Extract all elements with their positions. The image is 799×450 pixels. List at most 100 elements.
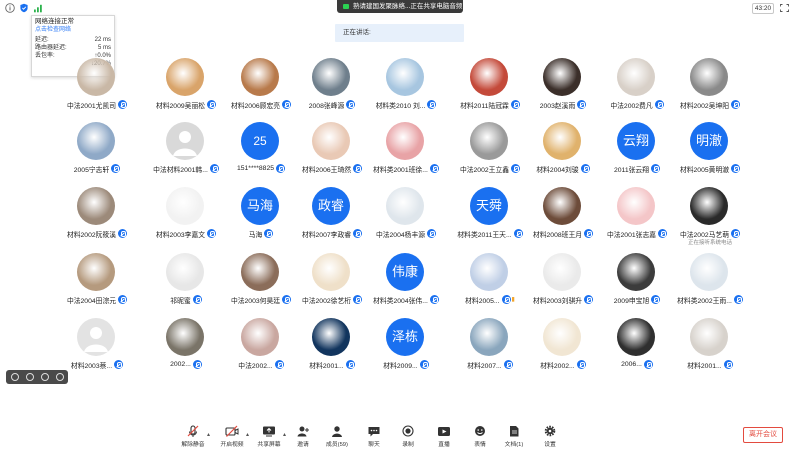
participant-name: 2002... <box>170 361 191 368</box>
fullscreen-icon[interactable] <box>780 4 789 12</box>
network-row-value: 22 ms <box>94 37 111 43</box>
participant-tile[interactable]: 明澈材料2005黄明澈 <box>660 122 760 182</box>
check-network-link[interactable]: 点击检查网络 <box>35 26 111 34</box>
avatar-initials: 马海 <box>241 187 279 225</box>
invite-icon <box>297 426 309 437</box>
network-status-title: 网络连接正常 <box>35 18 74 25</box>
participant-name: 中法2002... <box>238 362 273 370</box>
participant-tile[interactable]: 2005宁志轩 <box>47 122 147 182</box>
participant-name: 中法2002马艺萌 <box>679 231 730 239</box>
record-button[interactable]: 录制 <box>390 425 426 449</box>
live-button[interactable]: 直播 <box>426 425 462 449</box>
mic-muted-icon <box>723 360 733 369</box>
mic-muted-icon <box>429 295 439 304</box>
mic-muted-icon <box>419 360 429 369</box>
participant-tile[interactable]: 中法2004田淙元 <box>47 253 147 313</box>
participant-name: 中法2004田淙元 <box>66 297 117 305</box>
chevron-up-icon[interactable]: ▴ <box>246 431 249 438</box>
settings-button[interactable]: 设置 <box>532 425 568 449</box>
network-row-label: 延迟: <box>35 37 49 43</box>
share-button[interactable]: 共享屏幕 <box>251 425 287 449</box>
docs-button[interactable]: 文档(1) <box>496 425 532 449</box>
record-icon <box>402 425 414 437</box>
participant-name: 材料2006王琦然 <box>301 166 352 174</box>
participant-name: 材料类2004张伟... <box>373 297 428 305</box>
participant-tile[interactable]: 材料2002吴坤阳 <box>660 58 760 118</box>
top-bar: 熟请建国发聚脉络...正在共享电脑音频 43:20 <box>0 0 799 16</box>
avatar-initials: 明澈 <box>690 122 728 160</box>
avatar <box>312 253 350 291</box>
mic-muted-icon <box>576 360 586 369</box>
shield-icon[interactable] <box>19 3 29 13</box>
avatar <box>470 318 508 356</box>
participant-name: 材料2005黄明澈 <box>679 166 730 174</box>
mic-muted-icon <box>577 100 587 109</box>
avatar <box>241 58 279 96</box>
participant-tile[interactable]: 中法2001尤凯司 <box>47 58 147 118</box>
avatar <box>166 187 204 225</box>
avatar <box>690 318 728 356</box>
participant-name: 材料2007... <box>467 362 502 370</box>
network-row-value: 5 ms <box>97 45 111 51</box>
signal-icon[interactable] <box>33 3 43 13</box>
avatar <box>690 253 728 291</box>
chat-icon <box>368 427 380 437</box>
mic-muted-icon <box>427 100 437 109</box>
participant-name: 材料2003李嘉文 <box>155 231 206 239</box>
invite-button[interactable]: 邀请 <box>285 425 321 449</box>
info-icon[interactable] <box>5 3 15 13</box>
avatar <box>77 253 115 291</box>
avatar <box>690 187 728 225</box>
participant-name: 2005宁志轩 <box>73 166 110 174</box>
participant-tile[interactable]: 中法2002马艺萌 正在接听系统电话 <box>660 187 760 247</box>
toolbar-label: 邀请 <box>297 442 309 448</box>
mini-tool-icon[interactable] <box>26 373 34 381</box>
participant-status: 正在接听系统电话 <box>687 240 732 246</box>
avatar <box>312 122 350 160</box>
mic-muted-icon <box>264 229 274 238</box>
participant-label: 中法2001尤凯司 <box>47 99 147 110</box>
avatar <box>312 58 350 96</box>
participant-name: 材料2001... <box>309 362 344 370</box>
avatar <box>386 122 424 160</box>
mic-muted-icon <box>733 295 743 304</box>
mini-tool-icon[interactable] <box>41 373 49 381</box>
participant-name: 材料2002... <box>540 362 575 370</box>
participant-name: 材料2003蔡... <box>70 362 113 370</box>
mic-muted-icon <box>731 164 741 173</box>
emoji-button[interactable]: 表情 <box>462 425 498 449</box>
mic-muted-icon <box>429 164 439 173</box>
avatar <box>617 253 655 291</box>
participant-tile[interactable]: 材料2002阮筱溪 <box>47 187 147 247</box>
participant-tile[interactable]: 材料2001... <box>660 318 760 378</box>
participant-name: 中法2003何昊廷 <box>230 297 281 305</box>
avatar <box>166 318 204 356</box>
mic-muted-icon <box>501 295 511 304</box>
avatar <box>470 253 508 291</box>
unmute-button[interactable]: 解除静音 <box>175 425 211 449</box>
live-icon <box>438 427 450 436</box>
chevron-up-icon[interactable]: ▴ <box>207 431 210 438</box>
mic-muted-icon <box>118 229 128 238</box>
floating-mini-toolbar[interactable] <box>6 370 68 384</box>
sharing-indicator-icon <box>343 4 349 9</box>
leave-meeting-button[interactable]: 离开会议 <box>743 427 783 443</box>
participant-tile[interactable]: 材料2003蔡... <box>47 318 147 378</box>
mini-tool-icon[interactable] <box>11 373 19 381</box>
participant-name: 2003赵溪雨 <box>539 102 576 110</box>
toolbar-label: 文档(1) <box>504 442 524 448</box>
avatar <box>241 318 279 356</box>
participant-tile[interactable]: 材料类2002王雨... <box>660 253 760 313</box>
chat-button[interactable]: 聊天 <box>356 425 392 449</box>
members-icon <box>332 426 342 437</box>
video-button[interactable]: 开启视频 <box>214 425 250 449</box>
members-button[interactable]: 成员(59) <box>319 425 355 449</box>
avatar <box>543 58 581 96</box>
mic-muted-icon <box>503 360 513 369</box>
participant-name: 中法2002王立鑫 <box>459 166 510 174</box>
screen-share-banner[interactable]: 熟请建国发聚脉络...正在共享电脑音频 <box>337 0 463 13</box>
avatar <box>312 318 350 356</box>
participant-name: 中法2004杨丰源 <box>375 231 426 239</box>
gear-icon <box>544 425 556 437</box>
mini-tool-icon[interactable] <box>56 373 64 381</box>
